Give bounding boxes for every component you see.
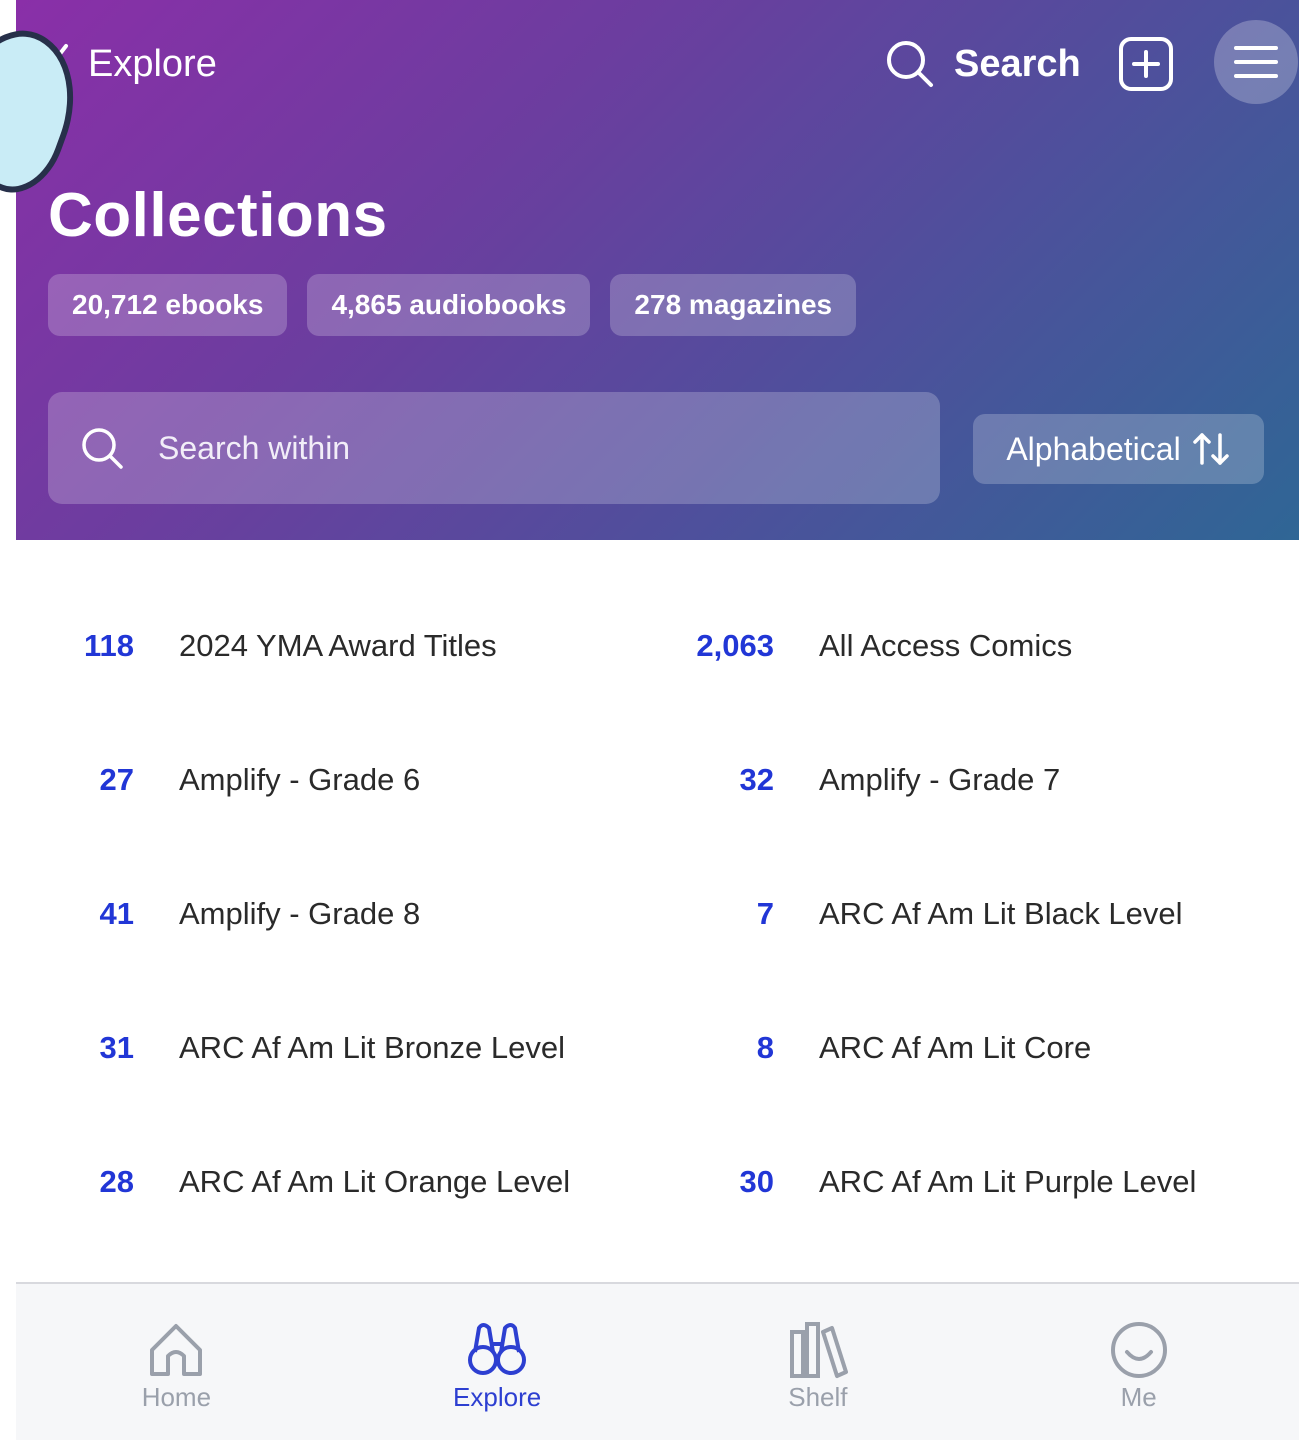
collection-name: Amplify - Grade 8	[179, 896, 421, 931]
collection-count: 32	[739, 762, 774, 797]
collection-count: 118	[83, 628, 134, 663]
sort-button[interactable]: Alphabetical	[973, 414, 1264, 484]
collection-item[interactable]: 27 Amplify - Grade 6	[16, 714, 654, 848]
back-label: Explore	[88, 42, 217, 85]
collections-row: 31 ARC Af Am Lit Bronze Level 8 ARC Af A…	[16, 982, 1299, 1116]
search-icon	[82, 428, 123, 469]
search-within-placeholder: Search within	[158, 429, 351, 466]
tab-shelf[interactable]: Shelf	[658, 1284, 979, 1440]
collection-name: ARC Af Am Lit Black Level	[819, 896, 1183, 931]
binoculars-icon	[468, 1323, 527, 1375]
collection-count: 28	[99, 1164, 134, 1199]
search-button[interactable]: Search	[884, 34, 1081, 94]
tab-me[interactable]: Me	[978, 1284, 1299, 1440]
menu-button[interactable]	[1214, 20, 1298, 104]
collection-name: Amplify - Grade 6	[179, 762, 421, 797]
page-title: Collections	[48, 181, 388, 250]
collection-item[interactable]: 30 ARC Af Am Lit Purple Level	[654, 1116, 1299, 1250]
collection-name: ARC Af Am Lit Bronze Level	[179, 1030, 565, 1065]
tab-home[interactable]: Home	[16, 1284, 337, 1440]
tab-label: Shelf	[788, 1382, 848, 1412]
collection-count: 7	[756, 896, 774, 931]
add-library-button[interactable]	[1116, 34, 1176, 94]
bottom-tab-bar: Home Explore Shelf Me	[16, 1282, 1299, 1440]
collection-count: 27	[99, 762, 134, 797]
search-button-label: Search	[954, 42, 1081, 85]
app-frame: Explore Search Collections 20,712 ebooks…	[0, 0, 1299, 1440]
collection-count: 31	[99, 1030, 134, 1065]
tab-explore[interactable]: Explore	[337, 1284, 658, 1440]
collection-item[interactable]: 32 Amplify - Grade 7	[654, 714, 1299, 848]
format-chips: 20,712 ebooks 4,865 audiobooks 278 magaz…	[48, 274, 857, 336]
collections-row: 27 Amplify - Grade 6 32 Amplify - Grade …	[16, 714, 1299, 848]
collection-count: 41	[99, 896, 134, 931]
collection-name: 2024 YMA Award Titles	[179, 628, 497, 663]
collection-name: All Access Comics	[819, 628, 1073, 663]
collection-name: ARC Af Am Lit Orange Level	[179, 1164, 571, 1199]
top-bar: Explore Search	[16, 0, 1299, 124]
collection-item[interactable]: 8 ARC Af Am Lit Core	[654, 982, 1299, 1116]
collection-count: 2,063	[696, 628, 774, 663]
collections-row: 41 Amplify - Grade 8 7 ARC Af Am Lit Bla…	[16, 848, 1299, 982]
chip-magazines[interactable]: 278 magazines	[610, 274, 857, 336]
collections-row: 118 2024 YMA Award Titles 2,063 All Acce…	[16, 580, 1299, 714]
books-icon	[789, 1322, 848, 1378]
collection-item[interactable]: 28 ARC Af Am Lit Orange Level	[16, 1116, 654, 1250]
collection-item[interactable]: 118 2024 YMA Award Titles	[16, 580, 654, 714]
search-icon	[887, 41, 933, 87]
collection-item[interactable]: 41 Amplify - Grade 8	[16, 848, 654, 982]
collection-count: 8	[756, 1030, 774, 1065]
plus-square-icon	[1119, 37, 1173, 91]
tab-label: Home	[141, 1382, 212, 1412]
collection-name: Amplify - Grade 7	[819, 762, 1061, 797]
sort-label: Alphabetical	[1006, 430, 1181, 467]
collection-item[interactable]: 2,063 All Access Comics	[654, 580, 1299, 714]
sort-arrows-icon	[1192, 433, 1229, 465]
hamburger-menu-icon	[1234, 46, 1278, 78]
chip-ebooks[interactable]: 20,712 ebooks	[48, 274, 288, 336]
collections-list: 118 2024 YMA Award Titles 2,063 All Acce…	[16, 580, 1299, 1250]
tab-label: Explore	[453, 1382, 542, 1412]
collection-name: ARC Af Am Lit Purple Level	[819, 1164, 1197, 1199]
collections-row: 28 ARC Af Am Lit Orange Level 30 ARC Af …	[16, 1116, 1299, 1250]
collection-count: 30	[739, 1164, 774, 1199]
collection-item[interactable]: 7 ARC Af Am Lit Black Level	[654, 848, 1299, 982]
chip-audiobooks[interactable]: 4,865 audiobooks	[307, 274, 591, 336]
collections-hero: Explore Search Collections 20,712 ebooks…	[16, 0, 1299, 540]
tab-label: Me	[1120, 1382, 1157, 1412]
collection-name: ARC Af Am Lit Core	[819, 1030, 1092, 1065]
smiley-icon	[1110, 1322, 1167, 1378]
search-within-input[interactable]: Search within	[48, 392, 940, 504]
home-icon	[150, 1324, 203, 1376]
collection-item[interactable]: 31 ARC Af Am Lit Bronze Level	[16, 982, 654, 1116]
